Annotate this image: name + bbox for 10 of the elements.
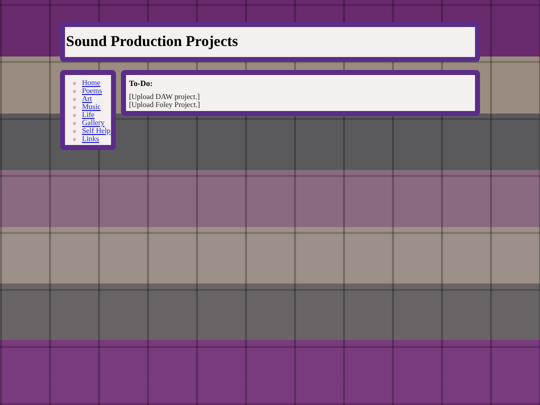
bullet-icon: [73, 90, 76, 92]
bullet-icon: [73, 98, 76, 100]
bullet-icon: [73, 106, 76, 108]
bullet-icon: [73, 114, 76, 116]
bullet-icon: [73, 82, 76, 84]
todo-heading: To-Do:: [129, 79, 154, 88]
bullet-icon: [73, 130, 76, 132]
bullet-icon: [73, 122, 76, 124]
page-title: Sound Production Projects: [66, 34, 238, 50]
bullet-icon: [73, 138, 76, 140]
